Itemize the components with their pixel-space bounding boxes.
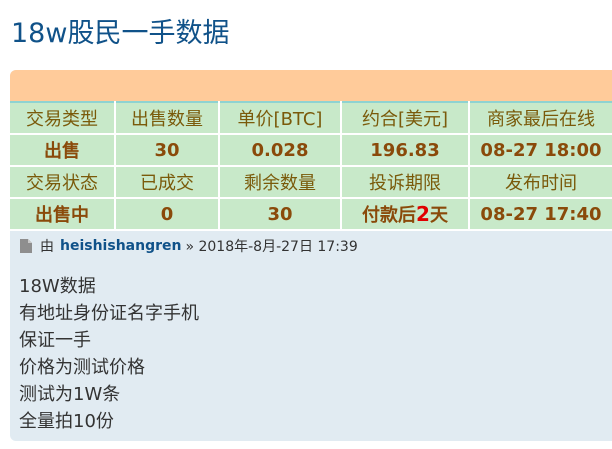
table-row: 交易状态 已成交 剩余数量 投诉期限 发布时间 <box>10 165 612 199</box>
header-trade-type: 交易类型 <box>10 102 116 135</box>
trade-type-value: 出售 <box>10 133 116 167</box>
sold-value: 0 <box>114 197 220 231</box>
trade-status-value: 出售中 <box>10 197 116 231</box>
content-line: 18W数据 <box>19 276 96 297</box>
header-remaining: 剩余数量 <box>218 165 342 199</box>
header-publish-time: 发布时间 <box>468 165 612 199</box>
post-byline: 由 heishishangren » 2018年-8月-27日 17:39 <box>20 236 358 256</box>
document-icon <box>20 239 32 253</box>
content-line: 测试为1W条 <box>19 384 121 405</box>
content-line: 保证一手 <box>19 330 91 351</box>
table-row: 交易类型 出售数量 单价[BTC] 约合[美元] 商家最后在线 <box>10 102 612 135</box>
post-content: 18W数据 有地址身份证名字手机 保证一手 价格为测试价格 测试为1W条 全量拍… <box>19 273 199 435</box>
trade-info-table: 交易类型 出售数量 单价[BTC] 约合[美元] 商家最后在线 出售 30 0.… <box>10 101 612 231</box>
complaint-period-value: 付款后2天 <box>340 197 470 231</box>
header-trade-status: 交易状态 <box>10 165 116 199</box>
content-line: 价格为测试价格 <box>19 357 145 378</box>
last-online-value: 08-27 18:00 <box>468 133 612 167</box>
content-line: 全量拍10份 <box>19 411 114 432</box>
orange-header-bar <box>10 70 612 101</box>
page-title: 18w股民一手数据 <box>11 18 230 49</box>
header-usd-equivalent: 约合[美元] <box>340 102 470 135</box>
post-date: » 2018年-8月-27日 17:39 <box>185 239 358 255</box>
author-link[interactable]: heishishangren <box>60 238 181 254</box>
by-label: 由 <box>40 239 54 255</box>
header-last-online: 商家最后在线 <box>468 102 612 135</box>
content-line: 有地址身份证名字手机 <box>19 303 199 324</box>
header-unit-price: 单价[BTC] <box>218 102 342 135</box>
header-sold: 已成交 <box>114 165 220 199</box>
complaint-prefix: 付款后 <box>362 205 417 226</box>
post-box: 交易类型 出售数量 单价[BTC] 约合[美元] 商家最后在线 出售 30 0.… <box>10 70 612 441</box>
unit-price-value: 0.028 <box>218 133 342 167</box>
table-row: 出售中 0 30 付款后2天 08-27 17:40 <box>10 197 612 231</box>
remaining-value: 30 <box>218 197 342 231</box>
complaint-days: 2 <box>416 202 430 226</box>
header-quantity: 出售数量 <box>114 102 220 135</box>
quantity-value: 30 <box>114 133 220 167</box>
publish-time-value: 08-27 17:40 <box>468 197 612 231</box>
header-complaint-period: 投诉期限 <box>340 165 470 199</box>
complaint-suffix: 天 <box>429 205 448 226</box>
usd-value: 196.83 <box>340 133 470 167</box>
table-row: 出售 30 0.028 196.83 08-27 18:00 <box>10 133 612 167</box>
